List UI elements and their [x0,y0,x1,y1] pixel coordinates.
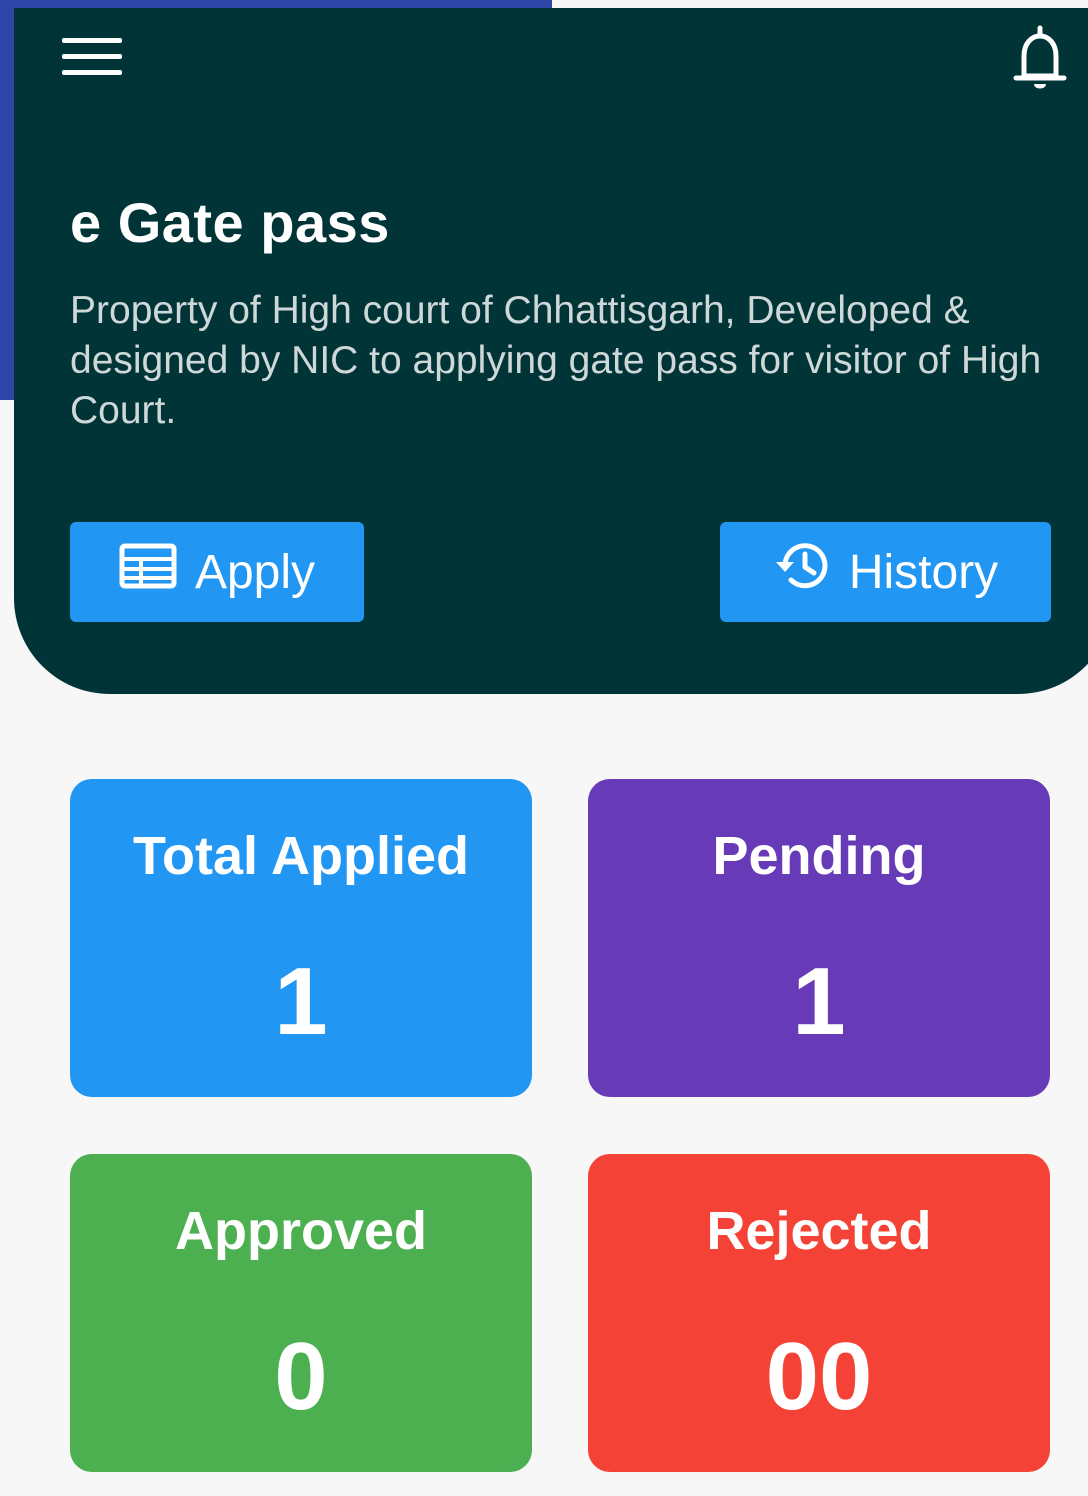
form-table-icon [119,543,177,601]
total-applied-label: Total Applied [133,826,469,886]
total-applied-card[interactable]: Total Applied 1 [70,779,532,1097]
hamburger-menu-icon[interactable] [62,36,122,78]
approved-card[interactable]: Approved 0 [70,1154,532,1472]
history-button[interactable]: History [720,522,1051,622]
pending-label: Pending [712,826,926,886]
total-applied-value: 1 [274,948,328,1055]
apply-button-label: Apply [194,545,316,599]
approved-value: 0 [274,1323,328,1430]
rejected-card[interactable]: Rejected 00 [588,1154,1050,1472]
page-title: e Gate pass [70,191,390,254]
pending-card[interactable]: Pending 1 [588,779,1050,1097]
bell-icon[interactable] [1010,24,1070,96]
rejected-value: 00 [765,1323,873,1430]
pending-value: 1 [792,948,846,1055]
app-screen: e Gate pass Property of High court of Ch… [0,0,1088,1496]
history-button-label: History [848,545,999,599]
rejected-label: Rejected [706,1201,932,1261]
app-description: Property of High court of Chhattisgarh, … [70,289,1042,432]
approved-label: Approved [174,1201,428,1261]
history-clock-icon [773,540,831,604]
apply-button[interactable]: Apply [70,522,364,622]
